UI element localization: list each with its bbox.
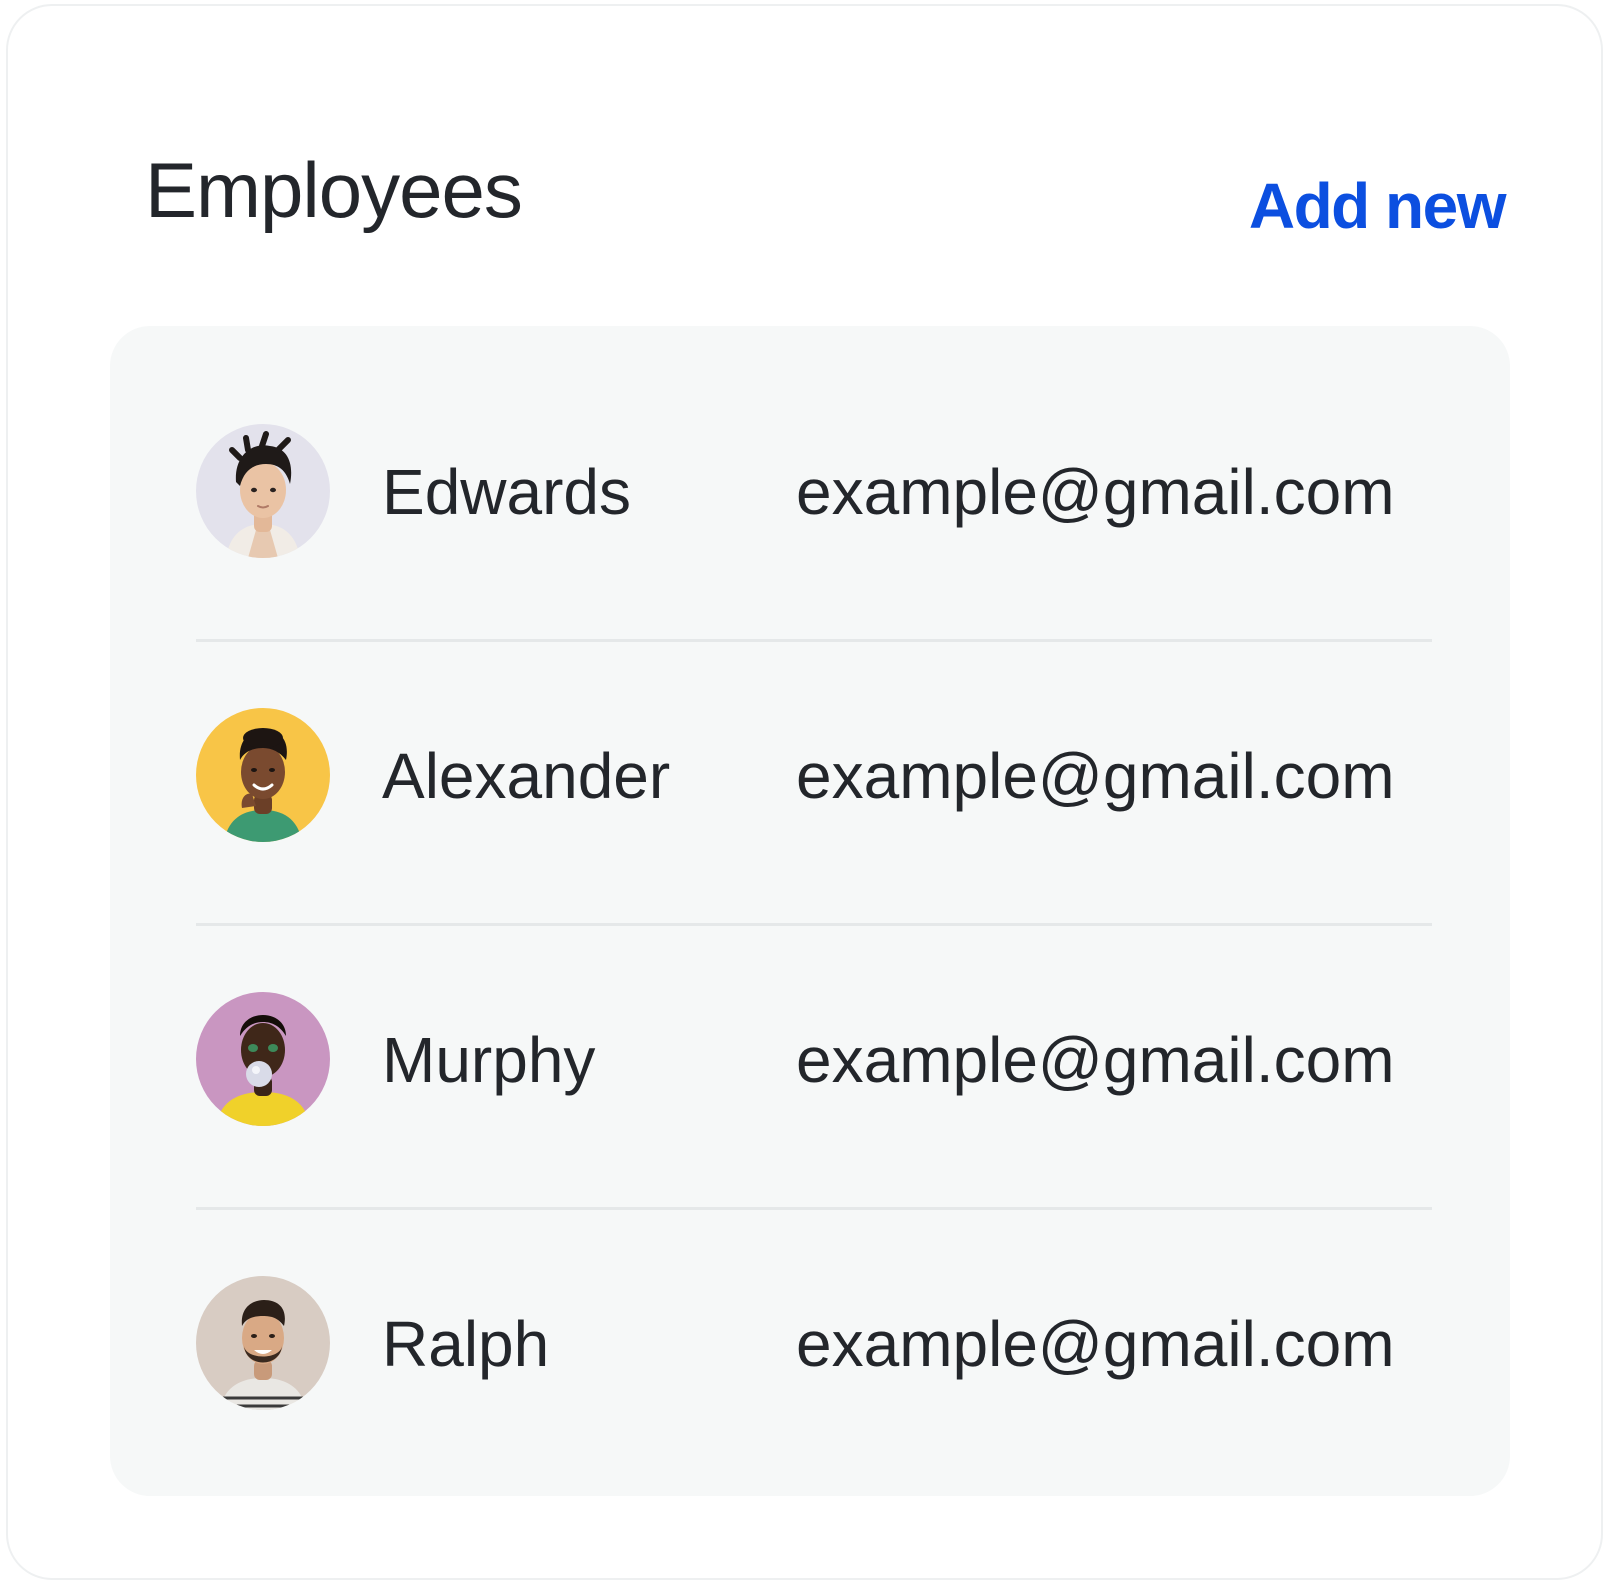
list-item[interactable]: Alexander example@gmail.com [196,610,1432,894]
employee-name: Alexander [382,740,671,812]
employee-email: example@gmail.com [796,456,1395,528]
avatar [196,992,330,1126]
employee-email: example@gmail.com [796,740,1395,812]
employee-name: Ralph [382,1308,550,1380]
avatar [196,708,330,842]
avatar-photo-icon [196,1276,330,1410]
avatar [196,1276,330,1410]
employee-list: Edwards example@gmail.com Alexander exam… [110,326,1510,1496]
list-item[interactable]: Ralph example@gmail.com [196,1178,1432,1462]
divider [196,639,1432,642]
list-item[interactable]: Murphy example@gmail.com [196,894,1432,1178]
avatar [196,424,330,558]
avatar-photo-icon [196,992,330,1126]
page-title: Employees [145,146,523,234]
divider [196,923,1432,926]
employees-card: Employees Add new Edwards example@gmail.… [6,4,1603,1580]
add-new-button[interactable]: Add new [1249,168,1507,244]
employee-email: example@gmail.com [796,1024,1395,1096]
employee-email: example@gmail.com [796,1308,1395,1380]
avatar-photo-icon [196,708,330,842]
employee-name: Edwards [382,456,631,528]
divider [196,1207,1432,1210]
employee-name: Murphy [382,1024,596,1096]
avatar-photo-icon [196,424,330,558]
list-item[interactable]: Edwards example@gmail.com [196,326,1432,610]
